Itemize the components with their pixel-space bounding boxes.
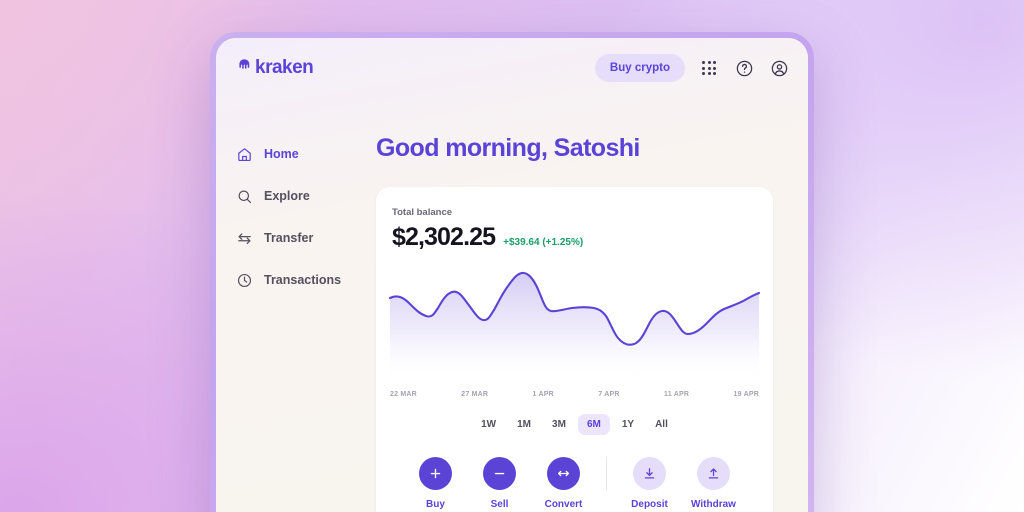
balance-change: +$39.64 (+1.25%)	[503, 237, 584, 248]
time-range-selector: 1W 1M 3M 6M 1Y All	[376, 414, 773, 435]
left-right-arrows-icon	[547, 457, 580, 490]
axis-tick: 1 APR	[532, 391, 554, 398]
balance-header: Total balance $2,302.25 +$39.64 (+1.25%)	[376, 207, 773, 252]
clock-icon	[236, 272, 253, 289]
page-backdrop: kraken Buy crypto Home Explore Transfer …	[0, 0, 1024, 512]
sidebar-item-explore[interactable]: Explore	[236, 180, 360, 212]
balance-row: $2,302.25 +$39.64 (+1.25%)	[392, 223, 757, 252]
sidebar-nav: Home Explore Transfer Transactions	[216, 98, 360, 512]
balance-chart-svg	[388, 271, 761, 382]
action-label: Sell	[490, 499, 509, 510]
action-label: Withdraw	[691, 499, 736, 510]
range-option-1y[interactable]: 1Y	[613, 414, 643, 435]
app-topbar: kraken Buy crypto	[216, 38, 808, 98]
sidebar-item-home[interactable]: Home	[236, 138, 360, 170]
action-label: Deposit	[631, 499, 668, 510]
transfer-arrows-icon	[236, 230, 253, 247]
action-divider	[606, 457, 607, 490]
grid-apps-icon[interactable]	[698, 57, 720, 79]
axis-tick: 11 APR	[664, 391, 690, 398]
balance-chart[interactable]	[376, 264, 773, 382]
download-arrow-icon	[633, 457, 666, 490]
total-balance-card: Total balance $2,302.25 +$39.64 (+1.25%)	[376, 187, 773, 512]
axis-tick: 27 MAR	[461, 391, 489, 398]
deposit-action[interactable]: Deposit	[626, 457, 673, 510]
plus-icon	[419, 457, 452, 490]
kraken-octopus-icon	[236, 57, 253, 79]
sidebar-item-transactions[interactable]: Transactions	[236, 264, 360, 296]
help-circle-icon[interactable]	[733, 57, 755, 79]
buy-crypto-button[interactable]: Buy crypto	[594, 54, 685, 82]
balance-amount: $2,302.25	[392, 223, 496, 251]
account-avatar-icon[interactable]	[768, 57, 790, 79]
withdraw-action[interactable]: Withdraw	[690, 457, 737, 510]
range-option-all[interactable]: All	[646, 414, 677, 435]
axis-tick: 7 APR	[598, 391, 620, 398]
range-option-6m[interactable]: 6M	[577, 414, 610, 435]
kraken-app-window: kraken Buy crypto Home Explore Transfer …	[216, 38, 808, 512]
axis-tick: 19 APR	[733, 391, 759, 398]
sidebar-item-label: Home	[264, 147, 299, 161]
main-content: Good morning, Satoshi Total balance $2,3…	[360, 98, 808, 512]
page-title: Good morning, Satoshi	[376, 134, 640, 162]
action-label: Convert	[544, 499, 583, 510]
sidebar-item-transfer[interactable]: Transfer	[236, 222, 360, 254]
search-icon	[236, 188, 253, 205]
axis-tick: 22 MAR	[390, 391, 417, 398]
sell-action[interactable]: Sell	[476, 457, 523, 510]
sidebar-item-label: Transactions	[264, 273, 342, 287]
chart-x-axis: 22 MAR 27 MAR 1 APR 7 APR 11 APR 19 APR	[376, 382, 773, 398]
buy-action[interactable]: Buy	[412, 457, 459, 510]
action-label: Buy	[426, 499, 445, 510]
topbar-actions: Buy crypto	[594, 54, 790, 82]
quick-actions: Buy Sell Convert Deposit Withdraw	[376, 457, 773, 510]
range-option-3m[interactable]: 3M	[543, 414, 575, 435]
convert-action[interactable]: Convert	[540, 457, 587, 510]
range-option-1m[interactable]: 1M	[508, 414, 540, 435]
home-icon	[236, 146, 253, 163]
minus-icon	[483, 457, 516, 490]
range-option-1w[interactable]: 1W	[472, 414, 505, 435]
sidebar-item-label: Explore	[264, 189, 310, 203]
kraken-wordmark: kraken	[255, 57, 314, 78]
kraken-logo[interactable]: kraken	[236, 57, 314, 79]
upload-arrow-icon	[697, 457, 730, 490]
balance-caption: Total balance	[392, 207, 453, 218]
sidebar-item-label: Transfer	[264, 231, 314, 245]
